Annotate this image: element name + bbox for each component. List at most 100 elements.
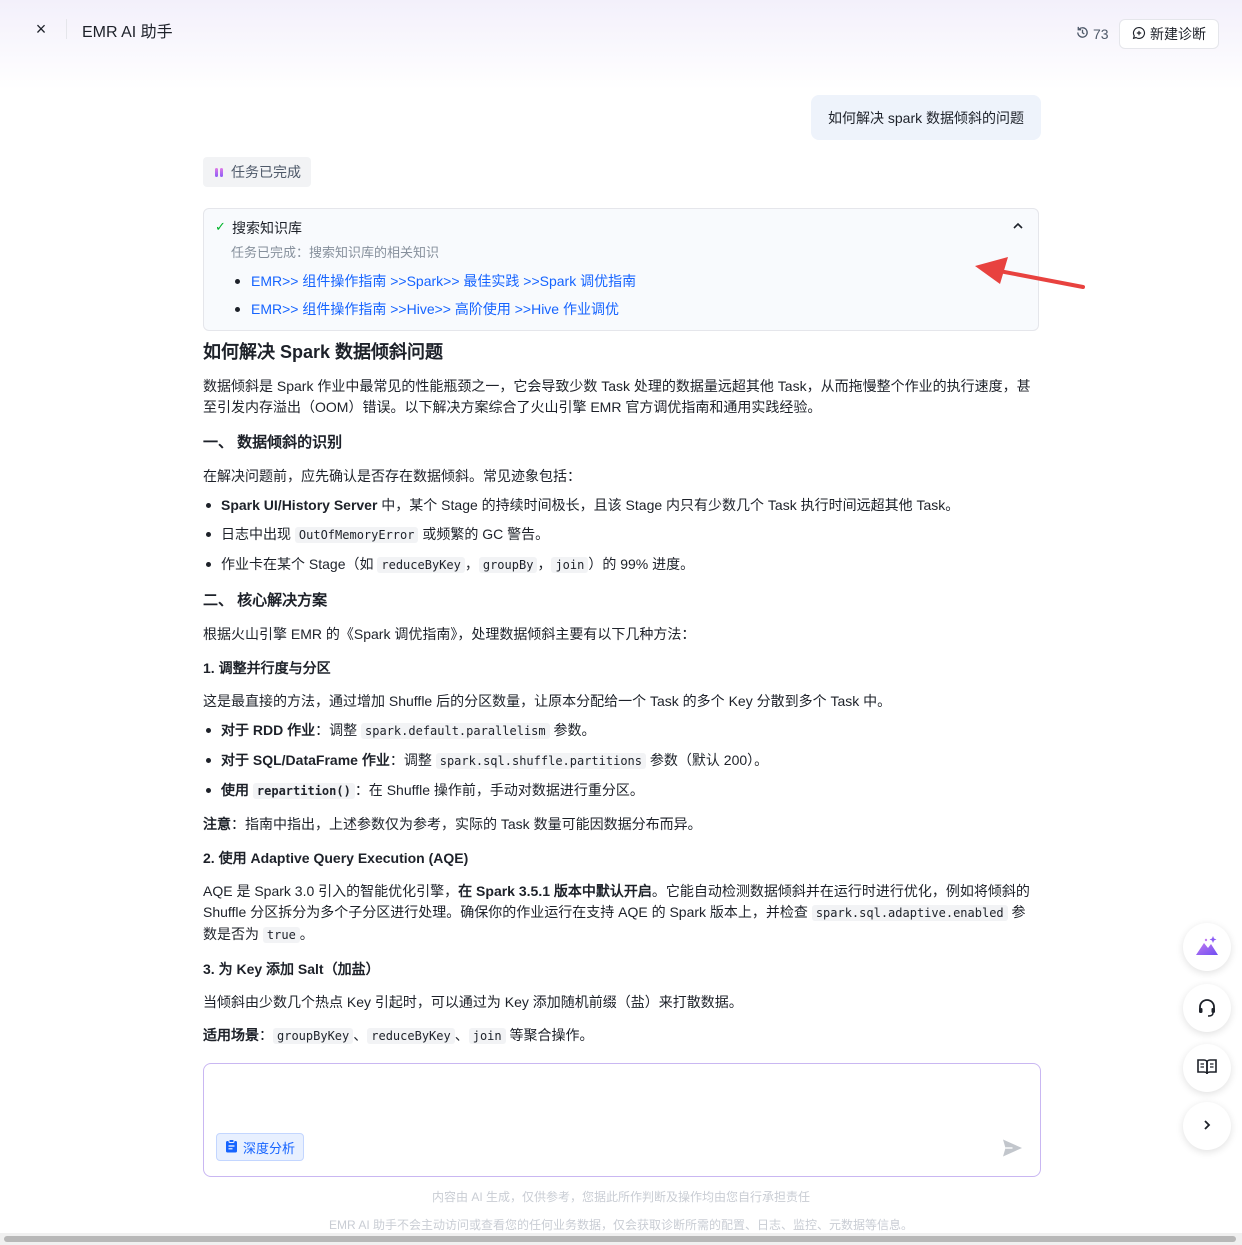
chat-plus-icon	[1132, 26, 1146, 43]
horizontal-scrollbar[interactable]	[0, 1233, 1242, 1245]
text: 、	[353, 1027, 368, 1043]
bold-text: 在 Spark 3.5.1 版本中默认开启	[458, 883, 652, 899]
send-icon[interactable]	[1001, 1137, 1023, 1159]
magic-mountain-icon	[1194, 934, 1220, 961]
method-heading: 3. 为 Key 添加 Salt（加盐）	[203, 961, 380, 977]
deep-analysis-button[interactable]: 深度分析	[216, 1133, 305, 1161]
text: 。	[299, 926, 314, 942]
knowledge-panel-subtitle: 任务已完成：搜索知识库的相关知识	[231, 245, 440, 260]
section-paragraph: 根据火山引擎 EMR 的《Spark 调优指南》，处理数据倾斜主要有以下几种方法…	[203, 626, 696, 642]
knowledge-link-list: EMR>> 组件操作指南 >>Spark>> 最佳实践 >>Spark 调优指南…	[232, 267, 636, 323]
list-item: 作业卡在某个 Stage（如 reduceByKey， groupBy， join）…	[203, 554, 1039, 576]
inline-code: groupBy	[478, 557, 538, 573]
knowledge-link[interactable]: EMR>> 组件操作指南 >>Spark>> 最佳实践 >>Spark 调优指南	[251, 271, 636, 291]
list-item: Spark UI/History Server 中，某个 Stage 的持续时间…	[203, 495, 1039, 516]
method-paragraph: 当倾斜由少数几个热点 Key 引起时，可以通过为 Key 添加随机前缀（盐）来打…	[203, 994, 743, 1010]
support-button[interactable]	[1183, 984, 1231, 1032]
app-title: EMR AI 助手	[82, 24, 173, 41]
text: 、	[454, 1027, 469, 1043]
method-heading: 1. 调整并行度与分区	[203, 660, 331, 676]
message-composer[interactable]: 深度分析	[203, 1063, 1041, 1177]
text: 作业卡在某个 Stage（如	[221, 556, 378, 572]
deep-analysis-label: 深度分析	[243, 1140, 296, 1156]
bold-text: 注意	[203, 816, 231, 832]
bold-text: 对于 SQL/DataFrame 作业	[221, 752, 390, 768]
text: ：	[259, 1027, 273, 1043]
text: ：指南中指出，上述参数仅为参考，实际的 Task 数量可能因数据分布而异。	[231, 816, 702, 832]
note-paragraph: 注意：指南中指出，上述参数仅为参考，实际的 Task 数量可能因数据分布而异。	[203, 814, 1039, 835]
inline-code: spark.default.parallelism	[361, 723, 550, 739]
history-count: 73	[1093, 26, 1109, 42]
section-paragraph: 在解决问题前，应先确认是否存在数据倾斜。常见迹象包括：	[203, 468, 581, 484]
list-item: 日志中出现 OutOfMemoryError 或频繁的 GC 警告。	[203, 524, 1039, 546]
text: ，	[537, 556, 552, 572]
scrollbar-thumb[interactable]	[4, 1236, 1236, 1242]
article-intro: 数据倾斜是 Spark 作业中最常见的性能瓶颈之一，它会导致少数 Task 处理…	[203, 378, 1031, 415]
text: ）的 99% 进度。	[588, 556, 695, 572]
use-case-paragraph: 适用场景： groupByKey、 reduceByKey、 join 等聚合操作。	[203, 1025, 1039, 1047]
status-chip[interactable]: 任务已完成	[203, 157, 311, 187]
privacy-disclaimer: EMR AI 助手不会主动访问或查看您的任何业务数据，仅会获取诊断所需的配置、日…	[328, 1218, 913, 1232]
method-paragraph: 这是最直接的方法，通过增加 Shuffle 后的分区数量，让原本分配给一个 Ta…	[203, 693, 892, 709]
inline-code: reduceByKey	[367, 1028, 455, 1044]
close-button[interactable]: ×	[28, 16, 54, 42]
annotation-arrow	[975, 257, 1085, 289]
text: 或频繁的 GC 警告。	[418, 526, 550, 542]
text: ，	[464, 556, 479, 572]
check-icon: ✓	[215, 219, 226, 234]
bold-text: 使用	[221, 782, 253, 798]
expand-panel-button[interactable]	[1183, 1102, 1231, 1150]
inline-code: true	[262, 927, 300, 943]
knowledge-link[interactable]: EMR>> 组件操作指南 >>Hive>> 高阶使用 >>Hive 作业调优	[251, 299, 619, 319]
text: ：调整	[389, 752, 436, 768]
inline-code: repartition()	[252, 783, 355, 799]
bold-text: Spark UI/History Server	[221, 497, 378, 513]
inline-code: spark.sql.shuffle.partitions	[435, 753, 647, 769]
method-heading: 2. 使用 Adaptive Query Execution (AQE)	[203, 850, 469, 866]
section-heading: 二、 核心解决方案	[203, 592, 328, 609]
list-item: 对于 RDD 作业：调整 spark.default.parallelism 参…	[203, 720, 1039, 742]
text: ：在 Shuffle 操作前，手动对数据进行重分区。	[354, 782, 644, 798]
list-item: 对于 SQL/DataFrame 作业：调整 spark.sql.shuffle…	[203, 750, 1039, 772]
bullet-list: Spark UI/History Server 中，某个 Stage 的持续时间…	[203, 495, 1039, 576]
new-diagnosis-label: 新建诊断	[1150, 26, 1206, 42]
bold-text: 适用场景	[203, 1027, 259, 1043]
text: 日志中出现	[221, 526, 295, 542]
header-divider	[66, 19, 67, 39]
article-title: 如何解决 Spark 数据倾斜问题	[203, 342, 444, 362]
knowledge-search-panel: ✓ 搜索知识库 任务已完成：搜索知识库的相关知识 EMR>> 组件操作指南 >>…	[203, 208, 1039, 331]
user-message: 如何解决 spark 数据倾斜的问题	[811, 95, 1041, 140]
inline-code: join	[551, 557, 589, 573]
ai-status-icon	[215, 167, 223, 177]
inline-code: OutOfMemoryError	[294, 527, 419, 543]
text: AQE 是 Spark 3.0 引入的智能优化引擎，	[203, 883, 459, 899]
inline-code: join	[468, 1028, 506, 1044]
list-item: EMR>> 组件操作指南 >>Hive>> 高阶使用 >>Hive 作业调优	[232, 295, 636, 323]
section-heading: 一、 数据倾斜的识别	[203, 434, 343, 451]
list-item: EMR>> 组件操作指南 >>Spark>> 最佳实践 >>Spark 调优指南	[232, 267, 636, 295]
docs-button[interactable]	[1183, 1044, 1231, 1092]
status-chip-label: 任务已完成	[231, 164, 301, 180]
text: ：调整	[315, 722, 362, 738]
history-button[interactable]: 73	[1075, 24, 1109, 44]
headset-icon	[1196, 996, 1218, 1021]
chevron-right-icon	[1200, 1118, 1214, 1135]
text: 参数（默认 200）。	[646, 752, 769, 768]
answer-article: 如何解决 Spark 数据倾斜问题 数据倾斜是 Spark 作业中最常见的性能瓶…	[203, 340, 1039, 1047]
list-item: 使用 repartition() ：在 Shuffle 操作前，手动对数据进行重分…	[203, 780, 1039, 802]
collapse-chevron-icon[interactable]	[1010, 216, 1026, 236]
inline-code: groupByKey	[273, 1028, 354, 1044]
text: 等聚合操作。	[505, 1027, 594, 1043]
text: 中，某个 Stage 的持续时间极长，且该 Stage 内只有少数几个 Task…	[377, 497, 960, 513]
knowledge-panel-title: 搜索知识库	[232, 220, 302, 236]
header: × EMR AI 助手 73 新建诊断	[0, 0, 1242, 62]
ai-disclaimer: 内容由 AI 生成，仅供参考，您据此所作判断及操作均由您自行承担责任	[431, 1190, 810, 1204]
book-icon	[1196, 1057, 1218, 1080]
new-diagnosis-button[interactable]: 新建诊断	[1119, 19, 1219, 49]
clipboard-icon	[225, 1138, 238, 1156]
history-icon	[1075, 25, 1090, 43]
method-paragraph: AQE 是 Spark 3.0 引入的智能优化引擎，在 Spark 3.5.1 …	[203, 881, 1039, 946]
user-message-text: 如何解决 spark 数据倾斜的问题	[827, 109, 1024, 126]
bold-text: 对于 RDD 作业	[221, 722, 316, 738]
ai-magic-button[interactable]	[1183, 923, 1231, 971]
